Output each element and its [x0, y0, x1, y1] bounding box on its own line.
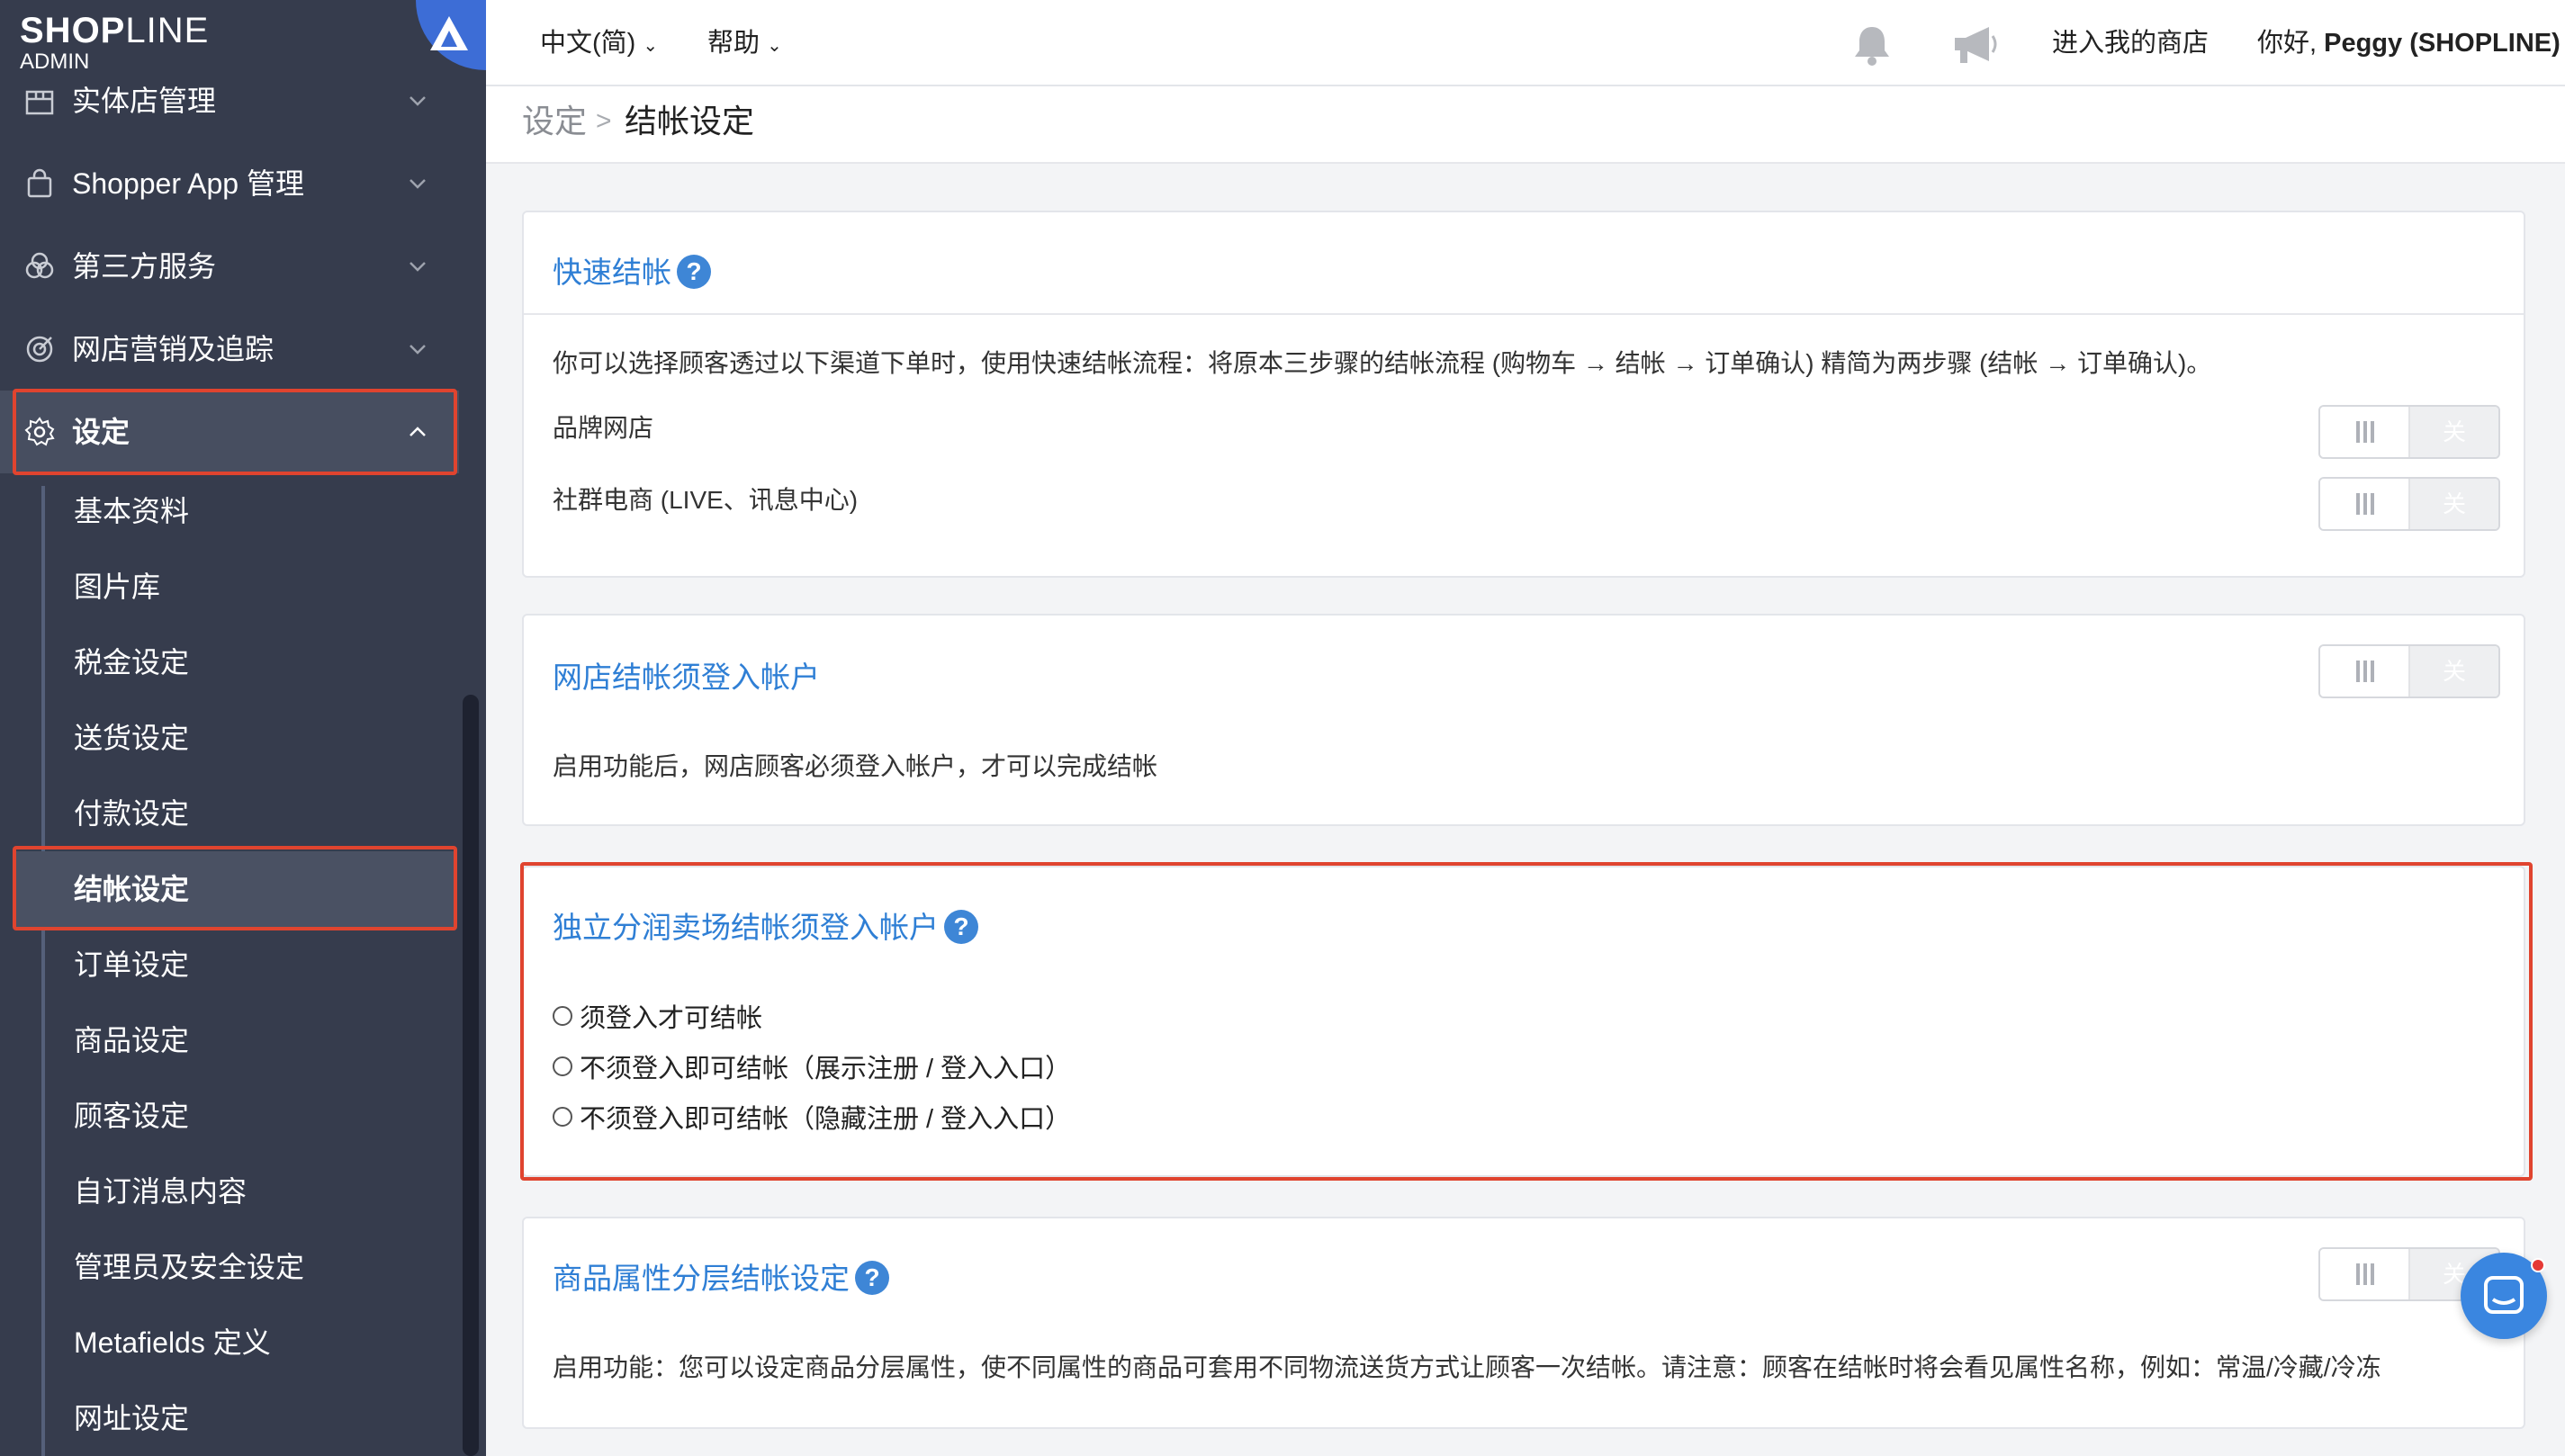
subitem-label: 管理员及安全设定	[74, 1251, 305, 1283]
sidebar-subitem-product[interactable]: 商品设定	[16, 1002, 455, 1078]
greeting-label: 你好,	[2257, 29, 2318, 58]
chevron-down-icon: ⌄	[643, 36, 659, 56]
fast-checkout-title: 快速结帐?	[553, 248, 711, 292]
product-attribute-description: 启用功能：您可以设定商品分层属性，使不同属性的商品可套用不同物流送货方式让顾客一…	[553, 1353, 2381, 1381]
subitem-label: 商品设定	[74, 1024, 190, 1056]
logo-text-bold: SHOP	[20, 11, 126, 50]
brand-store-toggle[interactable]: 关	[2318, 405, 2500, 459]
toggle-knob	[2320, 479, 2410, 529]
toggle-state-label: 关	[2410, 646, 2498, 697]
subitem-label: 网址设定	[74, 1402, 190, 1434]
login-required-card: 网店结帐须登入帐户 关 启用功能后，网店顾客必须登入帐户，才可以完成结帐	[522, 614, 2525, 826]
social-commerce-label: 社群电商 (LIVE、讯息中心)	[553, 486, 859, 514]
subitem-label: 付款设定	[74, 797, 190, 830]
sidebar-subitem-basic-info[interactable]: 基本资料	[16, 473, 455, 549]
subitem-label: 基本资料	[74, 495, 190, 527]
notification-dot	[2531, 1258, 2545, 1272]
store-icon	[25, 90, 54, 115]
circles-icon	[25, 252, 54, 279]
sidebar-subitem-payment[interactable]: 付款设定	[16, 776, 455, 851]
help-label: 帮助	[707, 29, 760, 58]
enter-store-link[interactable]: 进入我的商店	[2052, 0, 2209, 86]
highlight-box-checkout	[13, 846, 457, 930]
sidebar-subitem-media-library[interactable]: 图片库	[16, 549, 455, 625]
help-dropdown[interactable]: 帮助 ⌄	[707, 0, 782, 89]
top-bar: 中文(简) ⌄ 帮助 ⌄ 进入我的商店 你好, Peggy (SHOPLINE)…	[486, 0, 2565, 142]
card-title-text: 快速结帐	[553, 256, 671, 289]
chevron-down-icon: ⌄	[767, 36, 782, 56]
fast-checkout-card: 快速结帐? 你可以选择顾客透过以下渠道下单时，使用快速结帐流程：将原本三步骤的结…	[522, 211, 2525, 578]
subitem-label: 送货设定	[74, 722, 190, 754]
toggle-knob	[2320, 407, 2410, 457]
subitem-label: 订单设定	[74, 948, 190, 981]
card-divider	[524, 313, 2524, 315]
product-attribute-card: 商品属性分层结帐设定? 关 启用功能：您可以设定商品分层属性，使不同属性的商品可…	[522, 1217, 2525, 1429]
sidebar-item-label: 实体店管理	[72, 85, 217, 117]
brand-store-label: 品牌网店	[553, 414, 654, 442]
toggle-state-label: 关	[2410, 479, 2498, 529]
fast-checkout-description: 你可以选择顾客透过以下渠道下单时，使用快速结帐流程：将原本三步骤的结帐流程 (购…	[553, 349, 2212, 377]
subitem-label: 图片库	[74, 571, 161, 603]
product-attribute-title: 商品属性分层结帐设定?	[553, 1254, 889, 1298]
sidebar-subitem-admin-security[interactable]: 管理员及安全设定	[16, 1229, 455, 1305]
toggle-state-label: 关	[2410, 407, 2498, 457]
chevron-down-icon	[410, 96, 426, 106]
sidebar-item-shopper-app[interactable]: Shopper App 管理	[0, 142, 459, 225]
chevron-down-icon	[410, 345, 426, 355]
app-logo-icon	[430, 16, 468, 50]
shopping-bag-icon	[27, 168, 52, 198]
highlight-box-affiliate	[520, 862, 2533, 1181]
breadcrumb-current: 结帐设定	[625, 103, 755, 139]
toggle-knob	[2320, 646, 2410, 697]
toggle-knob	[2320, 1249, 2410, 1299]
chevron-down-icon	[410, 179, 426, 189]
sidebar-subitem-metafields[interactable]: Metafields 定义	[16, 1305, 455, 1380]
social-commerce-toggle[interactable]: 关	[2318, 477, 2500, 531]
login-required-description: 启用功能后，网店顾客必须登入帐户，才可以完成结帐	[553, 752, 1158, 780]
sidebar-subitem-url[interactable]: 网址设定	[16, 1380, 455, 1456]
sidebar-subitem-order[interactable]: 订单设定	[16, 927, 455, 1002]
breadcrumb: 设定 > 结帐设定	[486, 86, 2565, 164]
chevron-down-icon	[410, 262, 426, 272]
language-dropdown[interactable]: 中文(简) ⌄	[540, 0, 658, 89]
card-title-text: 商品属性分层结帐设定	[553, 1262, 850, 1295]
language-label: 中文(简)	[540, 29, 636, 58]
target-icon	[26, 336, 53, 363]
highlight-box-settings	[13, 389, 457, 475]
sidebar-item-label: Shopper App 管理	[72, 167, 304, 200]
subitem-label: 税金设定	[74, 646, 190, 679]
login-required-title: 网店结帐须登入帐户	[553, 661, 820, 694]
sidebar-subitem-delivery[interactable]: 送货设定	[16, 700, 455, 776]
sidebar-scrollbar[interactable]	[463, 695, 479, 1456]
help-icon[interactable]: ?	[677, 255, 711, 290]
breadcrumb-separator: >	[596, 106, 612, 136]
subitem-label: Metafields 定义	[74, 1326, 271, 1359]
login-required-toggle[interactable]: 关	[2318, 644, 2500, 698]
enter-store-label: 进入我的商店	[2052, 29, 2210, 58]
logo-text-thin: LINE	[125, 11, 210, 50]
sidebar-subitem-customer[interactable]: 顾客设定	[16, 1078, 455, 1154]
sidebar-subitem-custom-messages[interactable]: 自订消息内容	[16, 1154, 455, 1229]
sidebar-item-label: 网店营销及追踪	[72, 333, 274, 365]
megaphone-icon[interactable]	[1949, 22, 2002, 68]
sidebar-item-label: 第三方服务	[72, 250, 217, 283]
subitem-label: 自订消息内容	[74, 1175, 248, 1208]
sidebar-item-third-party[interactable]: 第三方服务	[0, 225, 459, 308]
bell-icon[interactable]	[1849, 22, 1895, 68]
help-icon[interactable]: ?	[855, 1261, 889, 1296]
sidebar-subitem-tax[interactable]: 税金设定	[16, 625, 455, 700]
user-name: Peggy (SHOPLINE)	[2324, 29, 2560, 58]
sidebar-item-physical-store[interactable]: 实体店管理	[0, 59, 459, 142]
breadcrumb-parent-link[interactable]: 设定	[522, 86, 587, 157]
subitem-label: 顾客设定	[74, 1100, 190, 1132]
sidebar: SHOPLINE ADMIN 实体店管理 Shopper App 管理 第三方服…	[0, 0, 486, 1456]
sidebar-item-marketing[interactable]: 网店营销及追踪	[0, 308, 459, 391]
